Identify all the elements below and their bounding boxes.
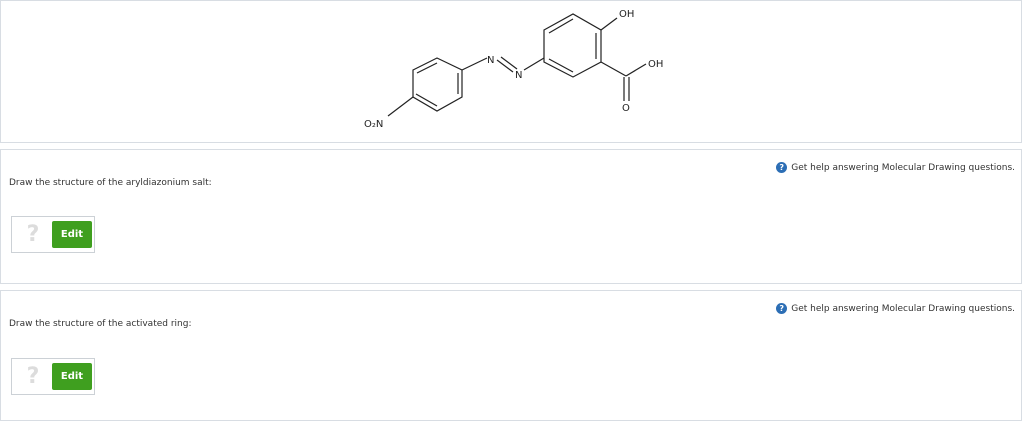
molecule-structure: O₂N N N OH OH O (364, 9, 663, 130)
carbonyl-o-label: O (622, 103, 630, 114)
help-icon: ? (776, 162, 788, 173)
question-prompt: Draw the structure of the activated ring… (9, 319, 192, 329)
help-text[interactable]: Get help answering Molecular Drawing que… (791, 163, 1015, 173)
carboxyl-oh-bond (625, 63, 647, 77)
ring-double-bond (548, 58, 574, 73)
edit-button[interactable]: Edit (52, 221, 92, 248)
help-text[interactable]: Get help answering Molecular Drawing que… (791, 304, 1015, 314)
nitrophenyl-ring (412, 57, 463, 112)
azo-double-bond (500, 56, 518, 70)
nitro-bond (387, 96, 414, 117)
edit-button[interactable]: Edit (52, 363, 92, 390)
question-1-panel: ? Get help answering Molecular Drawing q… (0, 149, 1022, 284)
hydroxyl-label: OH (619, 9, 634, 20)
question-2-panel: ? Get help answering Molecular Drawing q… (0, 290, 1022, 421)
question-mark-icon: ? (26, 364, 40, 389)
nitro-group-label: O₂N (364, 119, 383, 130)
question-prompt: Draw the structure of the aryldiazonium … (9, 178, 212, 188)
carboxyl-bond (600, 61, 627, 77)
molecule-bonds (387, 13, 647, 117)
acid-oh-label: OH (648, 59, 663, 70)
hydroxyl-bond (600, 17, 618, 31)
help-link[interactable]: ? Get help answering Molecular Drawing q… (776, 303, 1015, 314)
help-link[interactable]: ? Get help answering Molecular Drawing q… (776, 162, 1015, 173)
azo-n2-label: N (515, 70, 522, 81)
azo-n1-label: N (487, 55, 494, 66)
drawing-answer-box[interactable]: ? Edit (11, 358, 95, 395)
help-icon: ? (776, 303, 788, 314)
drawing-answer-box[interactable]: ? Edit (11, 216, 95, 253)
salicylic-ring (543, 13, 602, 78)
azo-double-bond (496, 59, 514, 73)
azo-bond (523, 57, 545, 71)
structure-panel: O₂N N N OH OH O (0, 0, 1022, 143)
azo-bond (461, 57, 488, 71)
question-mark-icon: ? (26, 222, 40, 247)
ring-double-bond (416, 62, 438, 74)
